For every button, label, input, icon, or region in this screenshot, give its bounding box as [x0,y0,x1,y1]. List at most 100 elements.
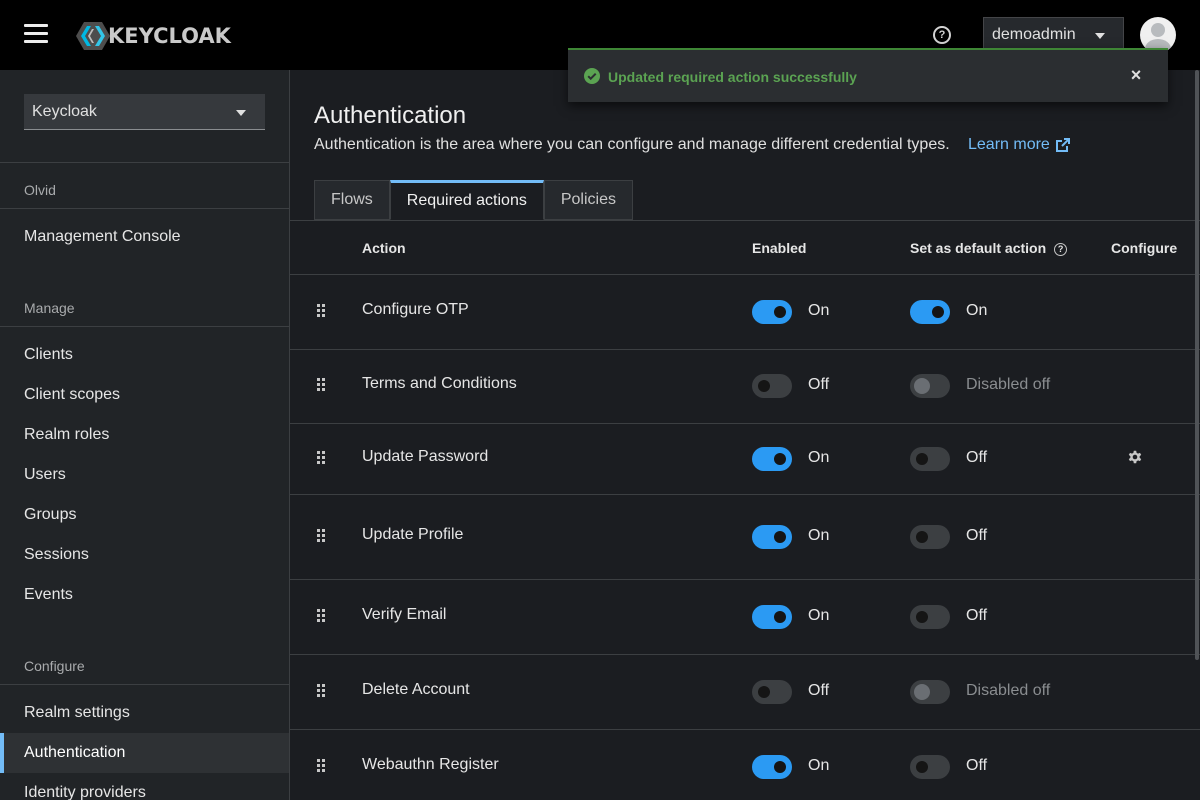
action-name: Terms and Conditions [362,375,517,392]
sidebar-item-management-console[interactable]: Management Console [0,217,289,257]
table-row: Update Profile On Off [290,494,1200,579]
enabled-label: Off [808,681,830,699]
drag-handle-icon[interactable] [317,758,327,773]
section-olvid: Olvid [24,182,56,198]
sidebar-item-sessions[interactable]: Sessions [0,535,289,575]
column-header-configure: Configure [1111,240,1178,256]
caret-down-icon [1095,33,1105,39]
sidebar-item-groups[interactable]: Groups [0,495,289,535]
tab-flows[interactable]: Flows [314,180,390,220]
tab-required-actions[interactable]: Required actions [389,180,544,220]
action-name: Update Profile [362,525,464,543]
default-action-toggle [910,679,950,704]
enabled-label: On [808,606,830,624]
scrollbar[interactable] [1195,70,1199,660]
default-action-toggle[interactable] [910,754,950,779]
enabled-toggle[interactable] [752,604,792,629]
action-name: Update Password [362,447,489,465]
table-row: Update Password On Off [290,423,1200,494]
hamburger-icon[interactable] [24,24,48,44]
action-name: Configure OTP [362,300,469,318]
realm-selector[interactable]: Keycloak [24,94,265,130]
sidebar-item-client-scopes[interactable]: Client scopes [0,375,289,415]
help-icon[interactable]: ? [1054,242,1068,256]
enabled-toggle[interactable] [752,679,792,704]
default-action-toggle[interactable] [910,446,950,471]
logo-text: KEYCLOAK [108,24,231,48]
default-action-label: On [966,301,988,319]
external-link-icon [1055,138,1070,152]
default-action-label: Off [966,606,988,624]
action-name: Delete Account [362,680,470,698]
column-header-enabled: Enabled [752,240,807,256]
enabled-label: On [808,526,830,544]
page-description: Authentication is the area where you can… [314,136,950,153]
drag-handle-icon[interactable] [317,378,327,392]
enabled-label: On [808,301,830,319]
divider [0,684,289,685]
table-row: Configure OTP On On [290,274,1200,349]
default-action-toggle[interactable] [910,524,950,549]
default-action-toggle [910,374,950,398]
learn-more-link[interactable]: Learn more [968,136,1071,154]
sidebar-item-realm-roles[interactable]: Realm roles [0,415,289,455]
enabled-toggle[interactable] [752,299,792,324]
enabled-label: On [808,448,830,466]
drag-handle-icon[interactable] [317,683,327,698]
enabled-toggle[interactable] [752,446,792,471]
learn-more-label: Learn more [968,136,1050,153]
default-action-label: Off [966,448,988,466]
sidebar-item-users[interactable]: Users [0,455,289,495]
close-icon[interactable]: × [1128,66,1144,84]
sidebar-item-identity-providers[interactable]: Identity providers [0,773,289,800]
default-action-toggle[interactable] [910,299,950,324]
table-row: Webauthn Register On Off [290,729,1200,800]
tabs-divider [290,220,1200,221]
sidebar-item-realm-settings[interactable]: Realm settings [0,693,289,733]
tab-policies[interactable]: Policies [543,180,633,220]
drag-handle-icon[interactable] [317,528,327,543]
divider [0,162,289,163]
page-title: Authentication [314,102,467,129]
default-action-label: Disabled off [966,376,1051,393]
keycloak-logo[interactable]: KEYCLOAK [76,20,231,52]
default-action-label: Off [966,756,988,774]
keycloak-logo-icon [76,22,110,50]
tabs: Flows Required actions Policies [314,180,633,220]
divider [0,208,289,209]
column-header-default-label: Set as default action [910,240,1047,256]
section-configure: Configure [24,658,85,674]
table-row: Terms and Conditions Off Disabled off [290,349,1200,423]
main-content: Authentication Authentication is the are… [290,70,1200,800]
sidebar-item-authentication[interactable]: Authentication [0,733,289,773]
enabled-label: Off [808,376,830,393]
default-action-label: Off [966,526,988,544]
sidebar-item-events[interactable]: Events [0,575,289,615]
table-row: Verify Email On Off [290,579,1200,654]
sidebar: Keycloak Olvid Management Console Manage… [0,70,290,800]
column-header-action: Action [362,240,406,256]
toast-message: Updated required action successfully [608,69,857,85]
default-action-label: Disabled off [966,681,1051,699]
divider [0,326,289,327]
column-header-default: Set as default action? [910,240,1068,256]
default-action-toggle[interactable] [910,604,950,629]
drag-handle-icon[interactable] [317,608,327,623]
sidebar-item-clients[interactable]: Clients [0,335,289,375]
enabled-toggle[interactable] [752,754,792,779]
realm-name: Keycloak [32,102,97,120]
enabled-toggle[interactable] [752,374,792,398]
drag-handle-icon[interactable] [317,450,327,465]
action-name: Webauthn Register [362,755,499,773]
enabled-toggle[interactable] [752,524,792,549]
section-manage: Manage [24,300,75,316]
action-name: Verify Email [362,605,447,623]
enabled-label: On [808,756,830,774]
check-circle-icon [584,68,600,84]
drag-handle-icon[interactable] [317,303,327,318]
help-icon[interactable]: ? [933,26,951,44]
gear-icon[interactable] [1127,449,1143,465]
success-toast: Updated required action successfully × [568,48,1168,102]
caret-down-icon [236,110,246,116]
user-name: demoadmin [992,26,1076,43]
